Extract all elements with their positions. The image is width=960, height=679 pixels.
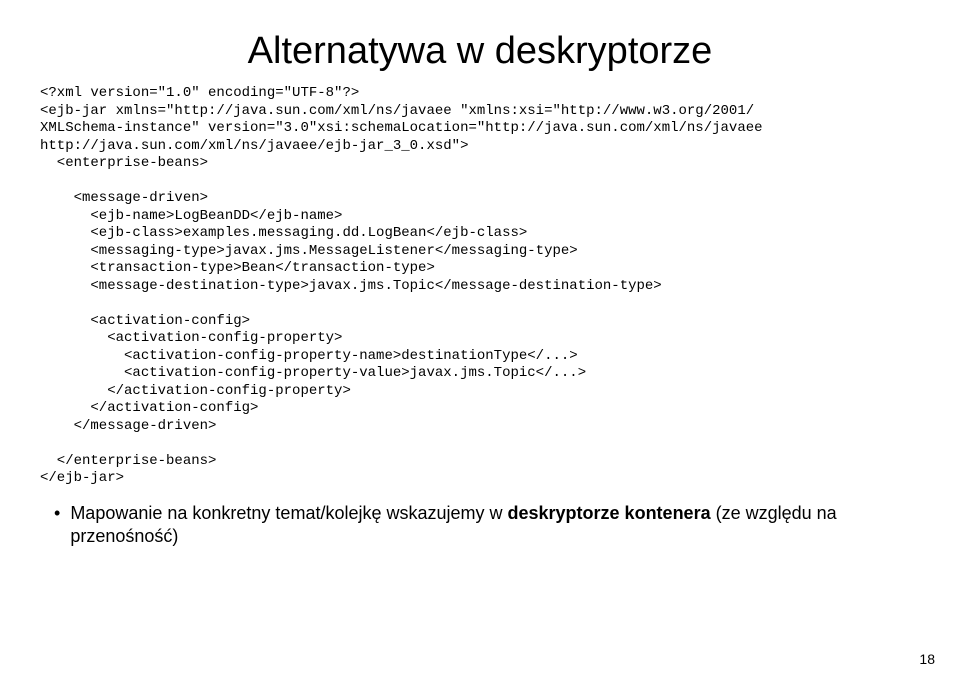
code-line: XMLSchema-instance" version="3.0"xsi:sch… [40, 120, 763, 136]
bullet-text: Mapowanie na konkretny temat/kolejkę wsk… [70, 502, 920, 549]
code-line: <ejb-jar xmlns="http://java.sun.com/xml/… [40, 103, 754, 119]
page-number: 18 [919, 651, 935, 667]
code-line: </message-driven> [40, 418, 216, 434]
code-line: <transaction-type>Bean</transaction-type… [40, 260, 435, 276]
bullet-item: • Mapowanie na konkretny temat/kolejkę w… [40, 502, 920, 549]
code-line: </activation-config-property> [40, 383, 351, 399]
code-line: <message-driven> [40, 190, 208, 206]
code-line: <enterprise-beans> [40, 155, 208, 171]
code-line: </activation-config> [40, 400, 258, 416]
xml-code-block: <?xml version="1.0" encoding="UTF-8"?> <… [40, 85, 920, 488]
bullet-text-pre: Mapowanie na konkretny temat/kolejkę wsk… [70, 503, 507, 523]
code-line: <message-destination-type>javax.jms.Topi… [40, 278, 662, 294]
code-line: <activation-config-property> [40, 330, 342, 346]
bullet-text-bold: deskryptorze kontenera [508, 503, 711, 523]
page-title: Alternatywa w deskryptorze [40, 30, 920, 73]
bullet-dot-icon: • [54, 502, 60, 525]
code-line: <?xml version="1.0" encoding="UTF-8"?> [40, 85, 359, 101]
code-line: <activation-config> [40, 313, 250, 329]
code-line: <messaging-type>javax.jms.MessageListene… [40, 243, 578, 259]
code-line: http://java.sun.com/xml/ns/javaee/ejb-ja… [40, 138, 468, 154]
code-line: </enterprise-beans> [40, 453, 216, 469]
code-line: </ejb-jar> [40, 470, 124, 486]
code-line: <activation-config-property-name>destina… [40, 348, 578, 364]
code-line: <ejb-class>examples.messaging.dd.LogBean… [40, 225, 527, 241]
code-line: <ejb-name>LogBeanDD</ejb-name> [40, 208, 342, 224]
code-line: <activation-config-property-value>javax.… [40, 365, 586, 381]
